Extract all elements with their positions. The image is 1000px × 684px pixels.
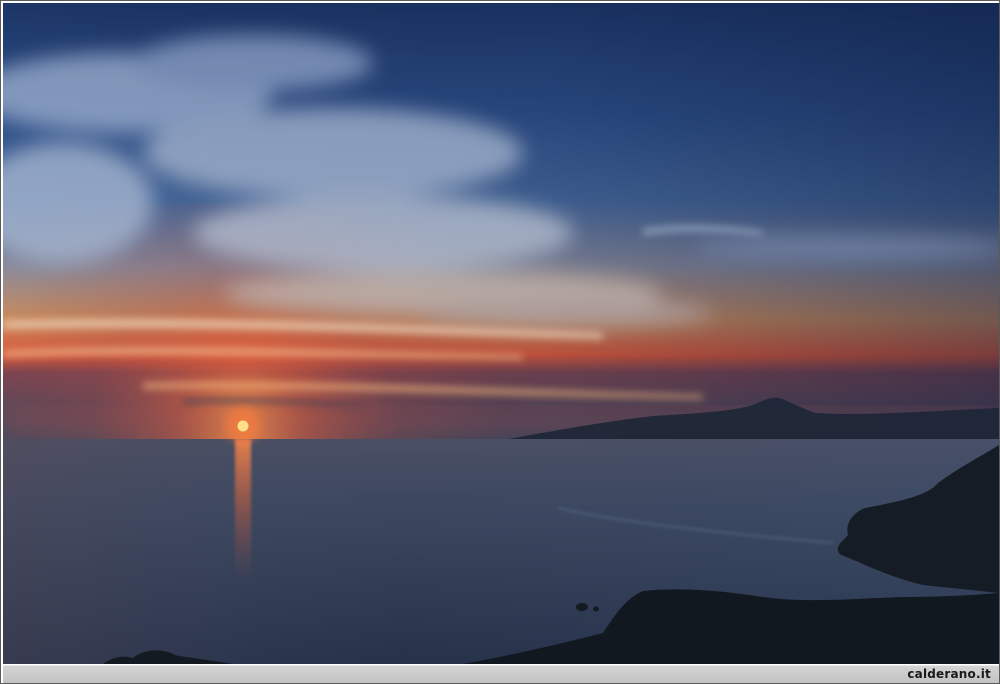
sunset-photo	[3, 3, 999, 664]
caption-bar: calderano.it	[3, 665, 999, 683]
watermark-text: calderano.it	[907, 667, 991, 681]
photo-frame: calderano.it	[0, 0, 1000, 684]
sun-reflection	[235, 439, 251, 579]
sunset-scene	[3, 3, 999, 664]
sun	[237, 420, 249, 432]
